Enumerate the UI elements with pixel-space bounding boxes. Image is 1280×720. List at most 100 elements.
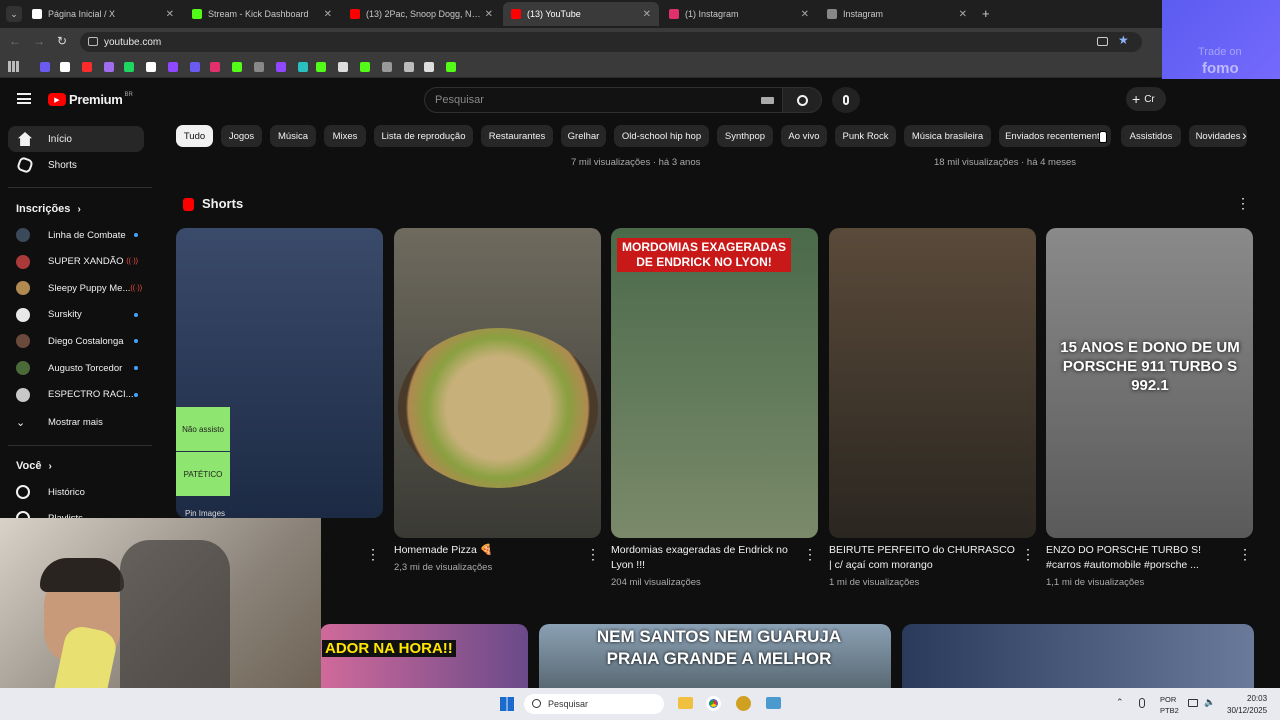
bookmark-favicon-icon[interactable] — [210, 62, 220, 72]
tab-close-icon[interactable]: ✕ — [485, 9, 493, 20]
input-lang[interactable]: POR — [1160, 695, 1176, 704]
you-heading[interactable]: Você › — [16, 460, 52, 472]
bookmark-favicon-icon[interactable] — [124, 62, 134, 72]
filter-chip[interactable]: Tudo — [176, 125, 213, 147]
more-options-icon[interactable]: ⋮ — [586, 546, 600, 563]
video-thumbnail[interactable] — [902, 624, 1254, 688]
browser-tab[interactable]: Instagram ✕ — [819, 2, 975, 26]
filter-chip[interactable]: Ao vivo — [781, 125, 827, 147]
more-options-icon[interactable]: ⋮ — [1021, 546, 1035, 563]
short-thumbnail[interactable]: MORDOMIAS EXAGERADAS DE ENDRICK NO LYON! — [611, 228, 818, 538]
subscription-item[interactable]: Surskity — [16, 304, 138, 326]
app-icon[interactable] — [766, 697, 781, 709]
bookmark-favicon-icon[interactable] — [404, 62, 414, 72]
voice-search-button[interactable] — [832, 87, 860, 113]
bookmark-favicon-icon[interactable] — [232, 62, 242, 72]
more-options-icon[interactable]: ⋮ — [1238, 546, 1252, 563]
bookmark-favicon-icon[interactable] — [168, 62, 178, 72]
filter-chip[interactable]: Jogos — [221, 125, 262, 147]
browser-tab[interactable]: (13) YouTube ✕ — [503, 2, 659, 26]
subscription-item[interactable]: Linha de Combate — [16, 224, 138, 246]
bookmark-favicon-icon[interactable] — [298, 62, 308, 72]
filter-chip[interactable]: Música — [270, 125, 316, 147]
tab-close-icon[interactable]: ✕ — [801, 9, 809, 20]
bookmark-favicon-icon[interactable] — [382, 62, 392, 72]
filter-chip[interactable]: Synthpop — [717, 125, 773, 147]
short-thumbnail[interactable] — [394, 228, 601, 538]
more-options-icon[interactable]: ⋮ — [366, 546, 380, 563]
forward-icon[interactable]: → — [33, 34, 45, 48]
short-thumbnail[interactable]: 15 ANOS E DONO DE UM PORSCHE 911 TURBO S… — [1046, 228, 1253, 538]
browser-tab[interactable]: Página Inicial / X ✕ — [24, 2, 182, 26]
bookmark-favicon-icon[interactable] — [82, 62, 92, 72]
bookmark-favicon-icon[interactable] — [40, 62, 50, 72]
short-title[interactable]: ENZO DO PORSCHE TURBO S! #carros #automo… — [1046, 543, 1236, 573]
filter-chip[interactable]: Lista de reprodução — [374, 125, 473, 147]
chips-next-icon[interactable]: › — [1242, 127, 1247, 143]
bookmark-favicon-icon[interactable] — [360, 62, 370, 72]
sidebar-item-shorts[interactable]: Shorts — [8, 152, 144, 178]
start-icon[interactable] — [500, 697, 514, 711]
keyboard-icon[interactable] — [761, 97, 774, 104]
create-button[interactable]: + Cr — [1126, 87, 1166, 111]
show-more-button[interactable]: ⌄ Mostrar mais — [16, 411, 138, 433]
apps-grid-icon[interactable] — [8, 61, 19, 72]
filter-chip[interactable]: Novidades — [1189, 125, 1247, 147]
bookmark-favicon-icon[interactable] — [104, 62, 114, 72]
short-thumbnail[interactable] — [829, 228, 1036, 538]
filter-chip[interactable]: Música brasileira — [904, 125, 991, 147]
tray-mic-icon[interactable] — [1139, 698, 1145, 708]
short-title[interactable]: Homemade Pizza 🍕 — [394, 543, 584, 558]
tab-close-icon[interactable]: ✕ — [959, 9, 967, 20]
tab-close-icon[interactable]: ✕ — [324, 9, 332, 20]
sidebar-item-incio[interactable]: Início — [8, 126, 144, 152]
input-layout[interactable]: PTB2 — [1160, 706, 1179, 715]
new-tab-button[interactable]: + — [982, 6, 990, 21]
clock-time[interactable]: 20:03 — [1247, 694, 1267, 703]
filter-chip[interactable]: Enviados recentemente — [999, 125, 1111, 147]
bookmark-favicon-icon[interactable] — [276, 62, 286, 72]
app-icon[interactable] — [736, 696, 751, 711]
bookmark-favicon-icon[interactable] — [146, 62, 156, 72]
search-button[interactable] — [782, 87, 822, 113]
volume-icon[interactable]: 🔈 — [1204, 697, 1215, 708]
back-icon[interactable]: ← — [9, 34, 21, 48]
address-bar[interactable]: youtube.com — [80, 32, 1142, 52]
filter-chip[interactable]: Punk Rock — [835, 125, 896, 147]
filter-chip[interactable]: Old-school hip hop — [614, 125, 709, 147]
filter-chip[interactable]: Grelhar — [561, 125, 606, 147]
video-thumbnail[interactable]: NEM SANTOS NEM GUARUJA PRAIA GRANDE A ME… — [539, 624, 891, 688]
more-options-icon[interactable]: ⋮ — [803, 546, 817, 563]
tab-close-icon[interactable]: ✕ — [643, 9, 651, 20]
tab-close-icon[interactable]: ✕ — [166, 9, 174, 20]
network-icon[interactable] — [1188, 699, 1198, 707]
browser-tab[interactable]: (1) Instagram ✕ — [661, 2, 817, 26]
bookmark-favicon-icon[interactable] — [254, 62, 264, 72]
clock-date[interactable]: 30/12/2025 — [1227, 706, 1267, 715]
bookmark-favicon-icon[interactable] — [190, 62, 200, 72]
search-input[interactable]: Pesquisar — [424, 87, 784, 113]
tab-search-button[interactable]: ⌄ — [6, 6, 22, 22]
bookmark-favicon-icon[interactable] — [424, 62, 434, 72]
bookmark-favicon-icon[interactable] — [60, 62, 70, 72]
bookmark-star-icon[interactable]: ★ — [1118, 33, 1129, 47]
subscription-item[interactable]: Sleepy Puppy Me... ((·)) — [16, 277, 142, 299]
sidebar-item-histórico[interactable]: Histórico — [16, 481, 138, 503]
filter-chip[interactable]: Restaurantes — [481, 125, 553, 147]
bookmark-favicon-icon[interactable] — [316, 62, 326, 72]
subscription-item[interactable]: Augusto Torcedor — [16, 357, 138, 379]
tray-chevron-icon[interactable]: ⌃ — [1116, 697, 1124, 708]
file-explorer-icon[interactable] — [678, 697, 693, 709]
filter-chip[interactable]: Mixes — [324, 125, 366, 147]
subscription-item[interactable]: ESPECTRO RACI... — [16, 384, 138, 406]
subscriptions-heading[interactable]: Inscrições › — [16, 203, 81, 215]
shorts-menu-icon[interactable]: ⋮ — [1236, 195, 1250, 212]
chrome-icon[interactable] — [706, 696, 721, 711]
site-info-icon[interactable] — [88, 37, 98, 46]
install-app-icon[interactable] — [1097, 37, 1108, 46]
browser-tab[interactable]: (13) 2Pac, Snoop Dogg, Nate D ✕ — [342, 2, 501, 26]
browser-tab[interactable]: Stream - Kick Dashboard ✕ — [184, 2, 340, 26]
filter-chip[interactable]: Assistidos — [1121, 125, 1181, 147]
video-thumbnail[interactable]: ADOR NA HORA!! — [320, 624, 528, 688]
taskbar-search[interactable]: Pesquisar — [524, 694, 664, 714]
